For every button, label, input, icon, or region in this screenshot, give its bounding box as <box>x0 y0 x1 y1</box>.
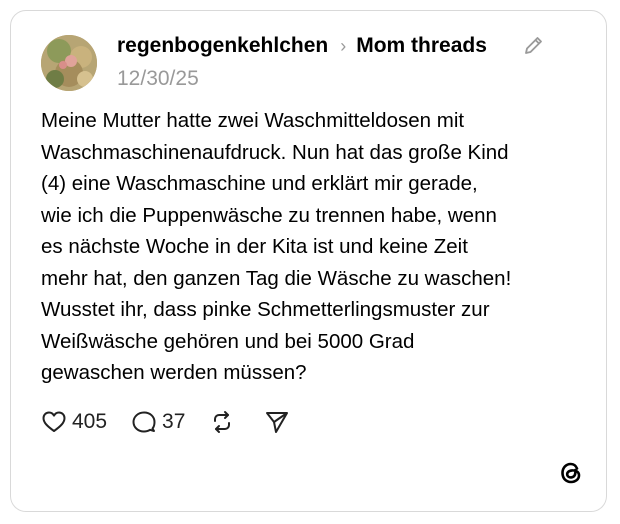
repost-icon <box>214 411 231 433</box>
speech-bubble-icon <box>132 411 156 433</box>
reply-button[interactable]: 37 <box>131 409 185 435</box>
post-card: regenbogenkehlchen › Mom threads 12/30/2… <box>10 10 607 512</box>
post-text: Meine Mutter hatte zwei Waschmitteldosen… <box>41 109 512 384</box>
like-button[interactable]: 405 <box>41 409 107 435</box>
breadcrumb-separator: › <box>340 35 347 56</box>
like-count: 405 <box>72 410 108 433</box>
action-bar: 405 37 <box>41 407 319 437</box>
community-name[interactable]: Mom threads <box>356 34 487 58</box>
repost-button[interactable] <box>209 409 240 435</box>
avatar-image <box>41 35 97 91</box>
author-name[interactable]: regenbogenkehlchen <box>117 34 328 58</box>
post-date: 12/30/25 <box>117 67 199 90</box>
send-icon <box>266 412 289 433</box>
pencil-icon[interactable] <box>522 33 546 57</box>
threads-logo-icon <box>557 459 585 487</box>
heart-icon <box>42 411 66 432</box>
share-button[interactable] <box>264 409 295 435</box>
reply-count: 37 <box>162 410 186 433</box>
post-header: regenbogenkehlchen › Mom threads <box>117 31 487 61</box>
avatar[interactable] <box>41 35 97 91</box>
